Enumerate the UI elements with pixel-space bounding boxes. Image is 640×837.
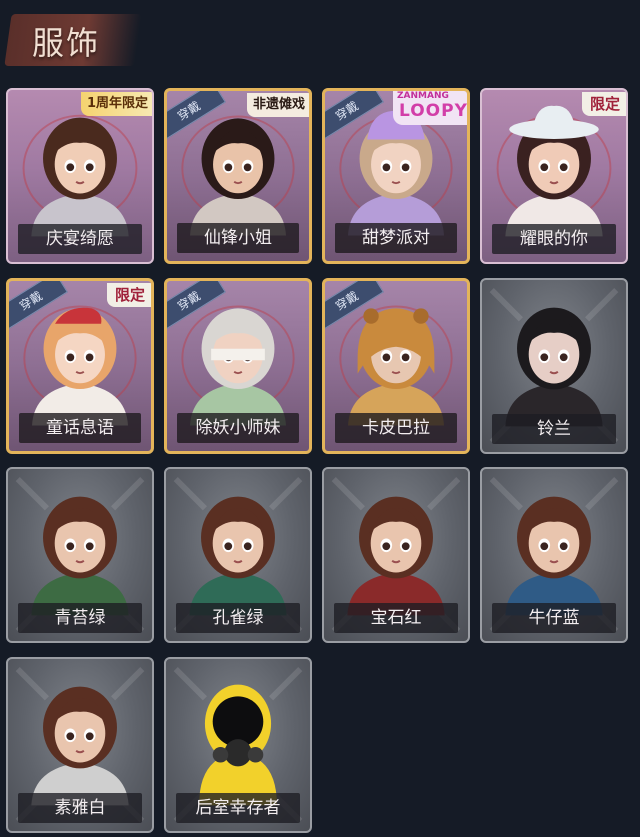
costume-card-5[interactable]: 穿戴 限定 童话息语 (6, 278, 154, 454)
costume-card-10[interactable]: 孔雀绿 (164, 467, 312, 643)
pupil-left (66, 353, 75, 362)
pupil-right (401, 353, 410, 362)
pupil-right (401, 542, 410, 551)
costume-name: 孔雀绿 (176, 603, 300, 633)
pupil-right (85, 732, 94, 741)
pupil-left (540, 542, 549, 551)
costume-name: 素雅白 (18, 793, 142, 823)
costume-card-11[interactable]: 宝石红 (322, 467, 470, 643)
blindfold (211, 348, 265, 361)
costume-name: 青苔绿 (18, 603, 142, 633)
pupil-left (66, 732, 75, 741)
pupil-right (85, 353, 94, 362)
pupil-left (540, 163, 549, 172)
gas-mask-left (212, 746, 229, 763)
gas-mask-filter (224, 739, 252, 767)
heritage-tag: 非遗傩戏 (246, 93, 309, 117)
pupil-left (382, 542, 391, 551)
costume-name: 牛仔蓝 (492, 603, 616, 633)
costume-card-6[interactable]: 穿戴 除妖小师妹 (164, 278, 312, 454)
costume-name: 铃兰 (492, 414, 616, 444)
costume-card-14[interactable]: 后室幸存者 (164, 657, 312, 833)
costume-name: 除妖小师妹 (177, 413, 299, 443)
hood-ear-right (413, 308, 429, 324)
pupil-right (401, 163, 410, 172)
pupil-left (66, 542, 75, 551)
costume-card-1[interactable]: 1周年限定庆宴绮愿 (6, 88, 154, 264)
costume-card-2[interactable]: 穿戴 非遗傩戏 仙锋小姐 (164, 88, 312, 264)
pupil-left (66, 163, 75, 172)
hood-ear-left (363, 308, 379, 324)
pupil-right (243, 542, 252, 551)
limited-tag: 限定 (581, 92, 626, 116)
costume-name: 庆宴绮愿 (18, 224, 142, 254)
costume-name: 卡皮巴拉 (335, 413, 457, 443)
gas-mask-right (247, 746, 264, 763)
costume-grid: 1周年限定 庆宴绮愿 穿戴 非遗傩戏 仙锋小姐 穿戴 ZANMANG LOOPY 甜梦派对 限定耀… (0, 0, 640, 837)
pupil-right (243, 163, 252, 172)
costume-card-8[interactable]: 铃兰 (480, 278, 628, 454)
pupil-right (559, 163, 568, 172)
pupil-left (382, 163, 391, 172)
costume-card-7[interactable]: 穿戴 卡皮巴拉 (322, 278, 470, 454)
pupil-left (224, 163, 233, 172)
collab-tag-name: LOOPY (399, 101, 468, 121)
beret (55, 307, 102, 324)
costume-name: 童话息语 (19, 413, 141, 443)
costume-name: 甜梦派对 (335, 223, 457, 253)
pupil-right (559, 542, 568, 551)
pupil-right (559, 353, 568, 362)
pupil-left (224, 542, 233, 551)
costume-card-4[interactable]: 限定耀眼的你 (480, 88, 628, 264)
pupil-left (382, 353, 391, 362)
pupil-right (85, 163, 94, 172)
collab-tag: ZANMANG LOOPY (393, 91, 467, 125)
anniversary-tag: 1周年限定 (80, 92, 152, 116)
costume-name: 耀眼的你 (492, 224, 616, 254)
costume-card-12[interactable]: 牛仔蓝 (480, 467, 628, 643)
costume-name: 仙锋小姐 (177, 223, 299, 253)
costume-card-13[interactable]: 素雅白 (6, 657, 154, 833)
hat-crown (532, 105, 576, 130)
costume-name: 宝石红 (334, 603, 458, 633)
costume-card-3[interactable]: 穿戴 ZANMANG LOOPY 甜梦派对 (322, 88, 470, 264)
costume-name: 后室幸存者 (176, 793, 300, 823)
collab-tag-brand: ZANMANG (397, 91, 449, 101)
pupil-left (540, 353, 549, 362)
limited-tag: 限定 (106, 283, 151, 307)
costume-card-9[interactable]: 青苔绿 (6, 467, 154, 643)
pupil-right (85, 542, 94, 551)
